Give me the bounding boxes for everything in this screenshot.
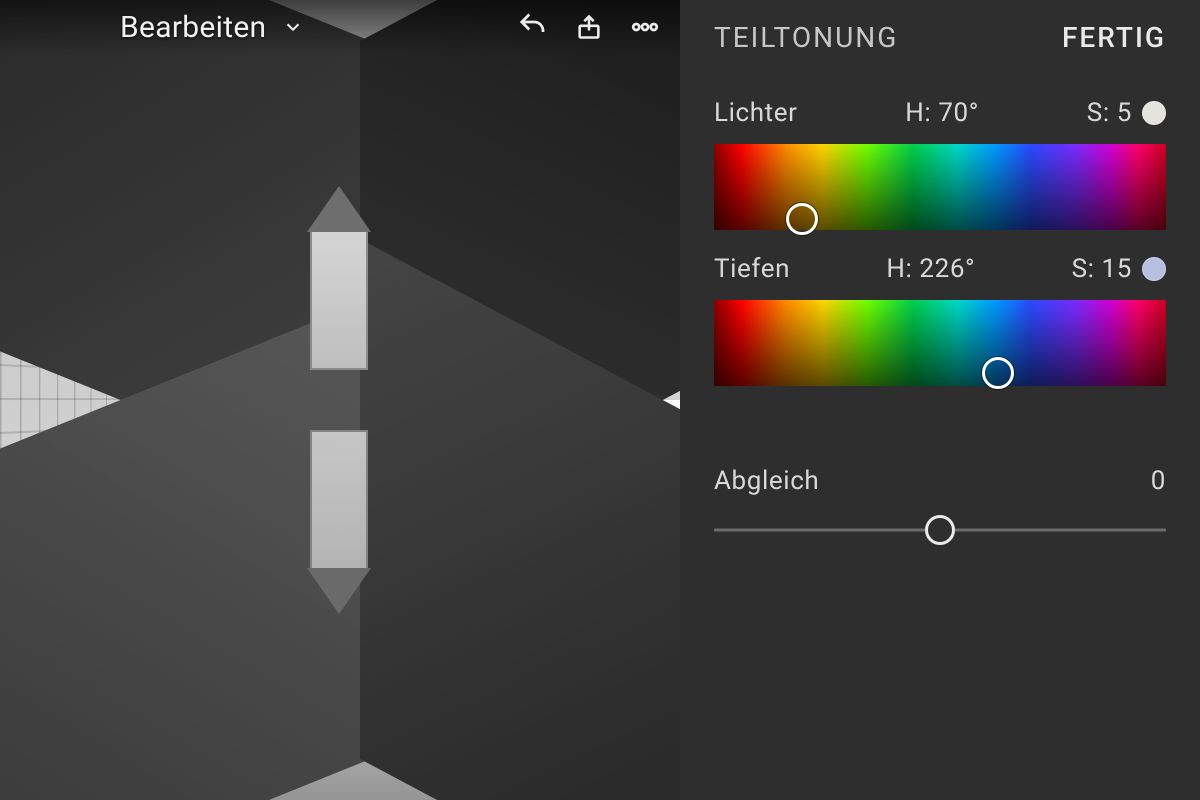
edited-photo <box>0 0 680 800</box>
chevron-down-icon <box>276 10 310 44</box>
share-icon[interactable] <box>572 10 606 44</box>
highlights-group: Lichter H: 70° S: 5 <box>714 92 1166 230</box>
photo-canvas[interactable]: Bearbeiten <box>0 0 680 800</box>
highlights-hue-thumb[interactable] <box>786 203 818 235</box>
shadows-label: Tiefen <box>714 254 790 284</box>
panel-header: TEILTONUNG FERTIG <box>714 0 1166 74</box>
shadows-hue-thumb[interactable] <box>982 357 1014 389</box>
highlights-hue-picker[interactable] <box>714 144 1166 230</box>
undo-icon[interactable] <box>516 10 550 44</box>
shadows-group: Tiefen H: 226° S: 15 <box>714 248 1166 386</box>
balance-value: 0 <box>1151 466 1166 496</box>
app-root: Bearbeiten TEILTONUNG FERTIG <box>0 0 1200 800</box>
balance-knob[interactable] <box>925 515 955 545</box>
highlights-label: Lichter <box>714 98 798 128</box>
balance-row: Abgleich 0 <box>714 466 1166 496</box>
shadows-sat-readout: S: 15 <box>1072 254 1132 284</box>
shadows-hue-readout: H: 226° <box>886 254 975 284</box>
highlights-sat-readout: S: 5 <box>1087 98 1132 128</box>
edit-menu-label: Bearbeiten <box>120 10 266 45</box>
balance-label: Abgleich <box>714 466 819 496</box>
edit-menu[interactable]: Bearbeiten <box>120 10 310 45</box>
split-toning-panel: TEILTONUNG FERTIG Lichter H: 70° S: 5 Ti… <box>680 0 1200 800</box>
panel-title: TEILTONUNG <box>714 21 898 54</box>
more-icon[interactable] <box>628 10 662 44</box>
highlights-swatch <box>1142 101 1166 125</box>
balance-slider[interactable] <box>714 510 1166 550</box>
shadows-swatch <box>1142 257 1166 281</box>
shadows-hue-picker[interactable] <box>714 300 1166 386</box>
done-button[interactable]: FERTIG <box>1062 21 1166 54</box>
highlights-hue-readout: H: 70° <box>905 98 979 128</box>
editor-topbar: Bearbeiten <box>0 0 680 54</box>
